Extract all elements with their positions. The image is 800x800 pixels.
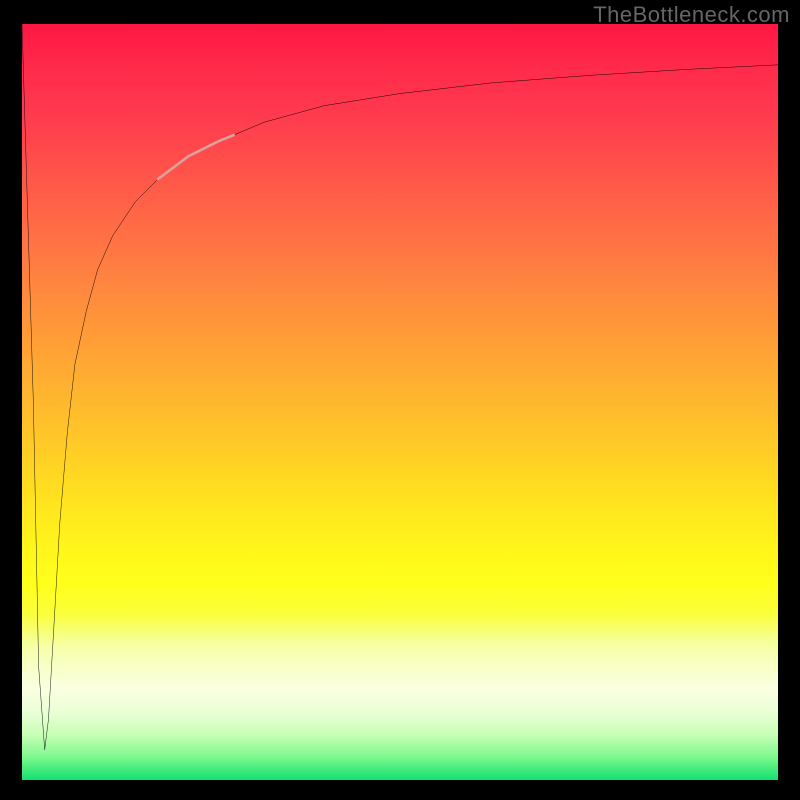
chart-frame: TheBottleneck.com <box>0 0 800 800</box>
watermark-label: TheBottleneck.com <box>593 2 790 28</box>
highlight-segment <box>158 135 234 179</box>
chart-svg <box>22 24 778 780</box>
bottleneck-curve <box>22 24 778 750</box>
